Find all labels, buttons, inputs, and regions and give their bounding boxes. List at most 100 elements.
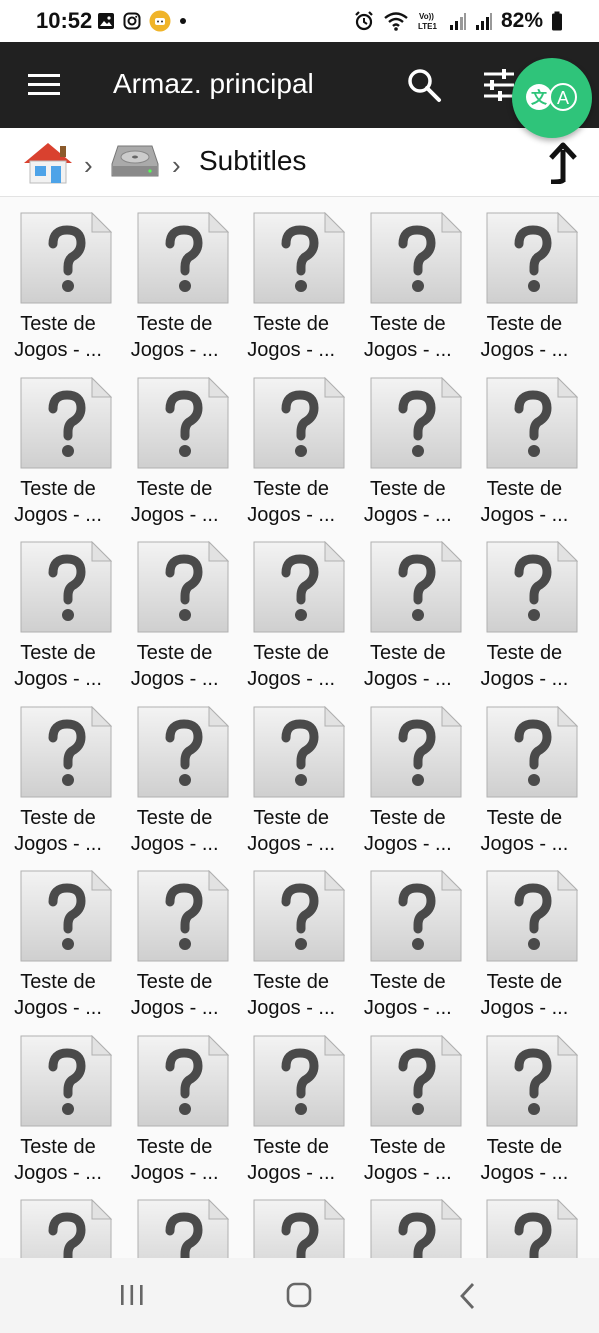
unknown-file-icon [137, 1198, 229, 1258]
home-icon[interactable] [286, 1282, 312, 1308]
file-item[interactable]: Teste de Jogos - ... [466, 1020, 582, 1184]
file-item[interactable]: Teste deJogos - ... [117, 1184, 233, 1258]
file-item[interactable]: Teste de Jogos - ... [233, 1020, 349, 1184]
file-name-line1: Teste de [486, 1135, 563, 1158]
file-item[interactable]: Teste de Jogos - ... [466, 691, 582, 855]
file-item[interactable]: Teste deJogos - ... [466, 197, 582, 361]
file-name-line1: Teste de [20, 477, 96, 500]
unknown-file-icon [20, 1198, 113, 1258]
file-name-label: Teste de Jogos - ... [117, 311, 233, 363]
file-item[interactable]: Teste deJogos - ... [117, 362, 233, 526]
back-icon[interactable] [458, 1282, 476, 1310]
status-time: 10:52 [36, 8, 93, 33]
file-item[interactable]: Teste deJogos - ... [0, 691, 116, 855]
file-name-line2: Jogos - ... [130, 339, 219, 361]
file-name-line2: Jogos - ... [14, 339, 102, 361]
file-name-line2: Jogos - ... [247, 997, 336, 1019]
file-item[interactable]: Teste deJogos - ... [233, 526, 349, 690]
file-name-label: Teste de Jogos - ... [466, 311, 582, 363]
file-item[interactable]: Teste deJogos - ... [0, 197, 116, 361]
file-name-line2: Jogos - ... [480, 503, 569, 526]
file-item[interactable]: Teste deJogos - ... [233, 197, 349, 361]
unknown-file-icon [137, 869, 229, 962]
file-name-line1: Teste de [369, 642, 446, 664]
file-item[interactable]: Teste de Jogos - ... [350, 526, 466, 690]
file-item[interactable]: Teste deJogos - ... [0, 1020, 116, 1184]
file-item[interactable]: Teste deJogos - ... [0, 362, 116, 526]
file-name-line1: Teste de [136, 477, 213, 500]
unknown-file-icon [253, 540, 346, 633]
file-name-line2: Jogos - ... [363, 668, 452, 690]
file-item[interactable]: Teste deJogos - ... [117, 1020, 233, 1184]
file-name-line1: Teste de [136, 971, 213, 993]
file-item[interactable]: Teste deJogos - ... [233, 362, 349, 526]
file-item[interactable]: Teste deJogos - ... [466, 1184, 582, 1258]
file-item[interactable]: Teste deJogos - ... [0, 1184, 116, 1258]
search-icon[interactable] [405, 66, 443, 104]
unknown-file-icon [370, 211, 463, 304]
file-name-line2: Jogos - ... [480, 1161, 569, 1184]
hamburger-menu-icon[interactable] [26, 70, 62, 100]
translate-floating-button[interactable]: 文 A [512, 58, 592, 138]
file-name-line1: Teste de [253, 971, 329, 993]
file-name-line1: Teste de [369, 477, 446, 500]
file-item[interactable]: Teste deJogos - ... [233, 691, 349, 855]
filter-settings-icon[interactable] [482, 68, 516, 102]
file-item[interactable]: Teste deJogos - ... [0, 855, 116, 1019]
unknown-file-icon [486, 1034, 579, 1127]
file-name-label: Teste de Jogos - ... [466, 640, 582, 692]
file-item[interactable]: Teste deJogos - ... [466, 362, 582, 526]
file-item[interactable]: Teste deJogos - ... [350, 1020, 466, 1184]
navigate-up-icon[interactable] [543, 142, 579, 184]
file-name-line2: Jogos - ... [247, 503, 336, 526]
svg-text:Vo)): Vo)) [419, 12, 434, 21]
file-name-line1: Teste de [253, 642, 329, 664]
unknown-file-icon [20, 376, 113, 469]
file-name-line2: Jogos - ... [363, 503, 452, 526]
file-name-label: Teste de Jogos - ... [350, 476, 466, 528]
unknown-file-icon [486, 705, 579, 798]
file-item[interactable]: Teste deJogos - ... [117, 526, 233, 690]
recent-apps-icon[interactable] [119, 1283, 145, 1307]
file-name-line2: Jogos - ... [130, 997, 219, 1019]
file-item[interactable]: Teste de Jogos - ... [233, 855, 349, 1019]
file-item[interactable]: Teste deJogos - ... [350, 197, 466, 361]
file-item[interactable]: Teste deJogos - ... [350, 1184, 466, 1258]
file-name-line2: Jogos - ... [480, 832, 569, 855]
file-item[interactable]: Teste de Jogos - ... [350, 362, 466, 526]
file-item[interactable]: Teste deJogos - ... [117, 197, 233, 361]
file-name-line1: Teste de [253, 1135, 329, 1158]
file-name-line2: Jogos - ... [130, 668, 219, 690]
file-name-line1: Teste de [369, 971, 446, 993]
file-name-line2: Jogos - ... [247, 1161, 336, 1184]
translate-icon: 文 A [526, 83, 577, 111]
svg-text:LTE1: LTE1 [418, 22, 438, 31]
file-item[interactable]: Teste deJogos - ... [350, 855, 466, 1019]
current-folder-label[interactable]: Subtitles [199, 145, 306, 177]
file-item[interactable]: Teste deJogos - ... [0, 526, 116, 690]
file-item[interactable]: Teste deJogos - ... [466, 855, 582, 1019]
file-name-label: Teste de Jogos - ... [0, 476, 116, 528]
file-item[interactable]: Teste deJogos - ... [466, 526, 582, 690]
unknown-file-icon [253, 869, 346, 962]
file-item[interactable]: Teste deJogos - ... [117, 691, 233, 855]
unknown-file-icon [253, 211, 346, 304]
file-item[interactable]: Teste deJogos - ... [233, 1184, 349, 1258]
file-name-label: Teste de Jogos - ... [350, 969, 466, 1021]
battery-icon [552, 11, 562, 31]
file-name-line2: Jogos - ... [480, 668, 569, 690]
file-name-line2: Jogos - ... [130, 832, 219, 855]
file-name-label: Teste de Jogos - ... [233, 969, 349, 1021]
file-name-line1: Teste de [369, 313, 446, 335]
home-folder-icon[interactable] [22, 141, 74, 185]
file-name-line1: Teste de [486, 806, 563, 829]
file-name-line2: Jogos - ... [247, 832, 336, 855]
unknown-file-icon [486, 540, 579, 633]
app-notification-icon [149, 10, 171, 32]
unknown-file-icon [370, 705, 463, 798]
battery-percentage: 82% [500, 9, 543, 32]
storage-drive-icon[interactable] [110, 142, 160, 182]
file-item[interactable]: Teste de Jogos - ... [117, 855, 233, 1019]
file-item[interactable]: Teste deJogos - ... [350, 691, 466, 855]
file-grid: Teste de Jogos - ... Teste de Jogos - ... Te… [0, 197, 599, 1258]
